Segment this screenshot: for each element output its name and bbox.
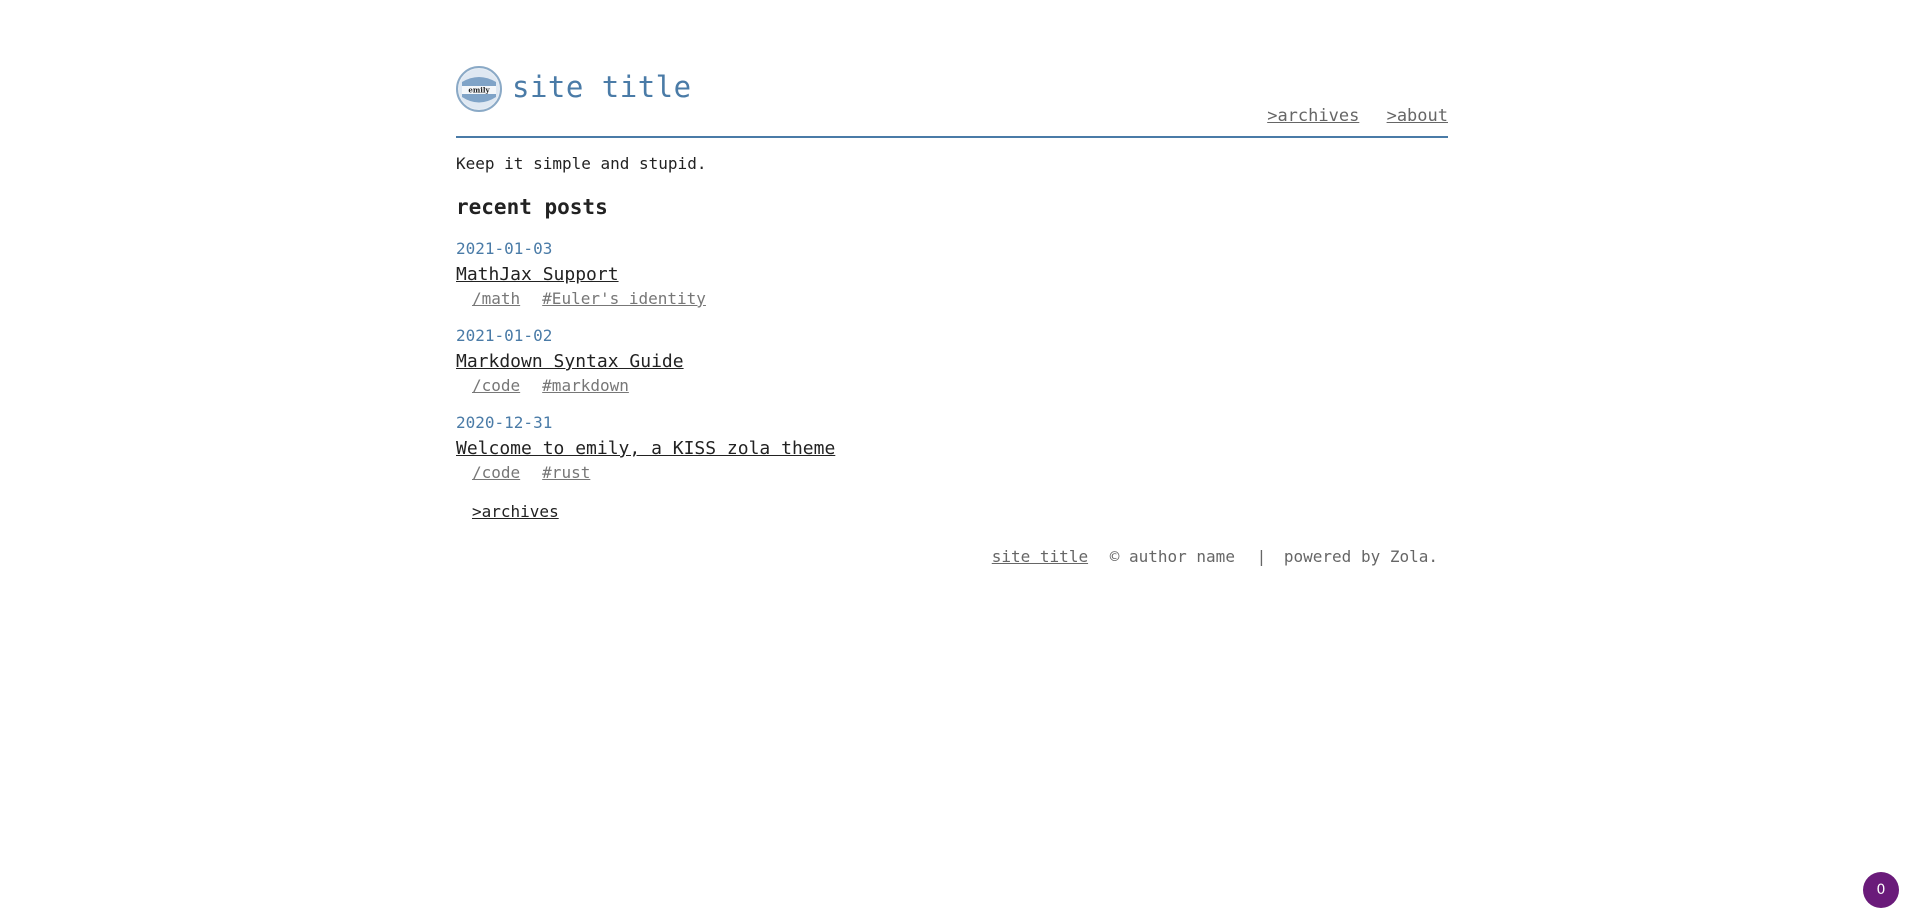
site-tagline: Keep it simple and stupid. <box>456 154 707 173</box>
logo-emblem-icon: emily <box>459 69 499 109</box>
post-date: 2021-01-03 <box>456 239 553 258</box>
post-tag-link[interactable]: #Euler's identity <box>542 289 706 308</box>
post-category-link[interactable]: /code <box>472 463 520 482</box>
post-title-link[interactable]: Welcome to emily, a KISS zola theme <box>456 438 835 460</box>
footer-powered-by: powered by Zola. <box>1283 547 1438 566</box>
post-tag-link[interactable]: #markdown <box>542 376 629 395</box>
page: emily site title >archives >about Keep i… <box>0 0 1905 913</box>
post-category-link[interactable]: /math <box>472 289 520 308</box>
post-list: 2021-01-03 MathJax Support /math #Euler's… <box>456 239 1448 483</box>
post-item: 2021-01-03 MathJax Support /math #Euler's… <box>456 239 1448 309</box>
post-title-link[interactable]: Markdown Syntax Guide <box>456 351 684 373</box>
top-nav: >archives >about <box>1250 106 1448 126</box>
site-title-link[interactable]: site title <box>512 70 692 104</box>
post-tags: /code #rust <box>456 463 1448 483</box>
nav-archives-link[interactable]: >archives <box>1267 106 1359 126</box>
footer-site-link[interactable]: site title <box>992 547 1088 566</box>
post-title-link[interactable]: MathJax Support <box>456 264 619 286</box>
recent-posts-heading: recent posts <box>456 195 608 219</box>
post-item: 2020-12-31 Welcome to emily, a KISS zola… <box>456 413 1448 483</box>
footer-separator: | <box>1256 547 1267 566</box>
nav-about-link[interactable]: >about <box>1387 106 1448 126</box>
site-header: emily site title >archives >about <box>456 64 1448 138</box>
logo-text: emily <box>468 86 490 95</box>
post-tags: /math #Euler's identity <box>456 289 1448 309</box>
footer-copyright: © author name <box>1109 547 1235 566</box>
main-container: emily site title >archives >about Keep i… <box>456 64 1448 566</box>
post-item: 2021-01-02 Markdown Syntax Guide /code #m… <box>456 326 1448 396</box>
site-logo[interactable]: emily <box>456 66 502 112</box>
badge-count: 0 <box>1876 882 1886 898</box>
post-tag-link[interactable]: #rust <box>542 463 590 482</box>
notification-badge[interactable]: 0 <box>1863 872 1899 908</box>
post-tags: /code #markdown <box>456 376 1448 396</box>
post-date: 2021-01-02 <box>456 326 553 345</box>
post-category-link[interactable]: /code <box>472 376 520 395</box>
more-archives-link[interactable]: >archives <box>472 502 559 521</box>
site-footer: site title © author name | powered by Zo… <box>456 547 1448 566</box>
post-date: 2020-12-31 <box>456 413 553 432</box>
